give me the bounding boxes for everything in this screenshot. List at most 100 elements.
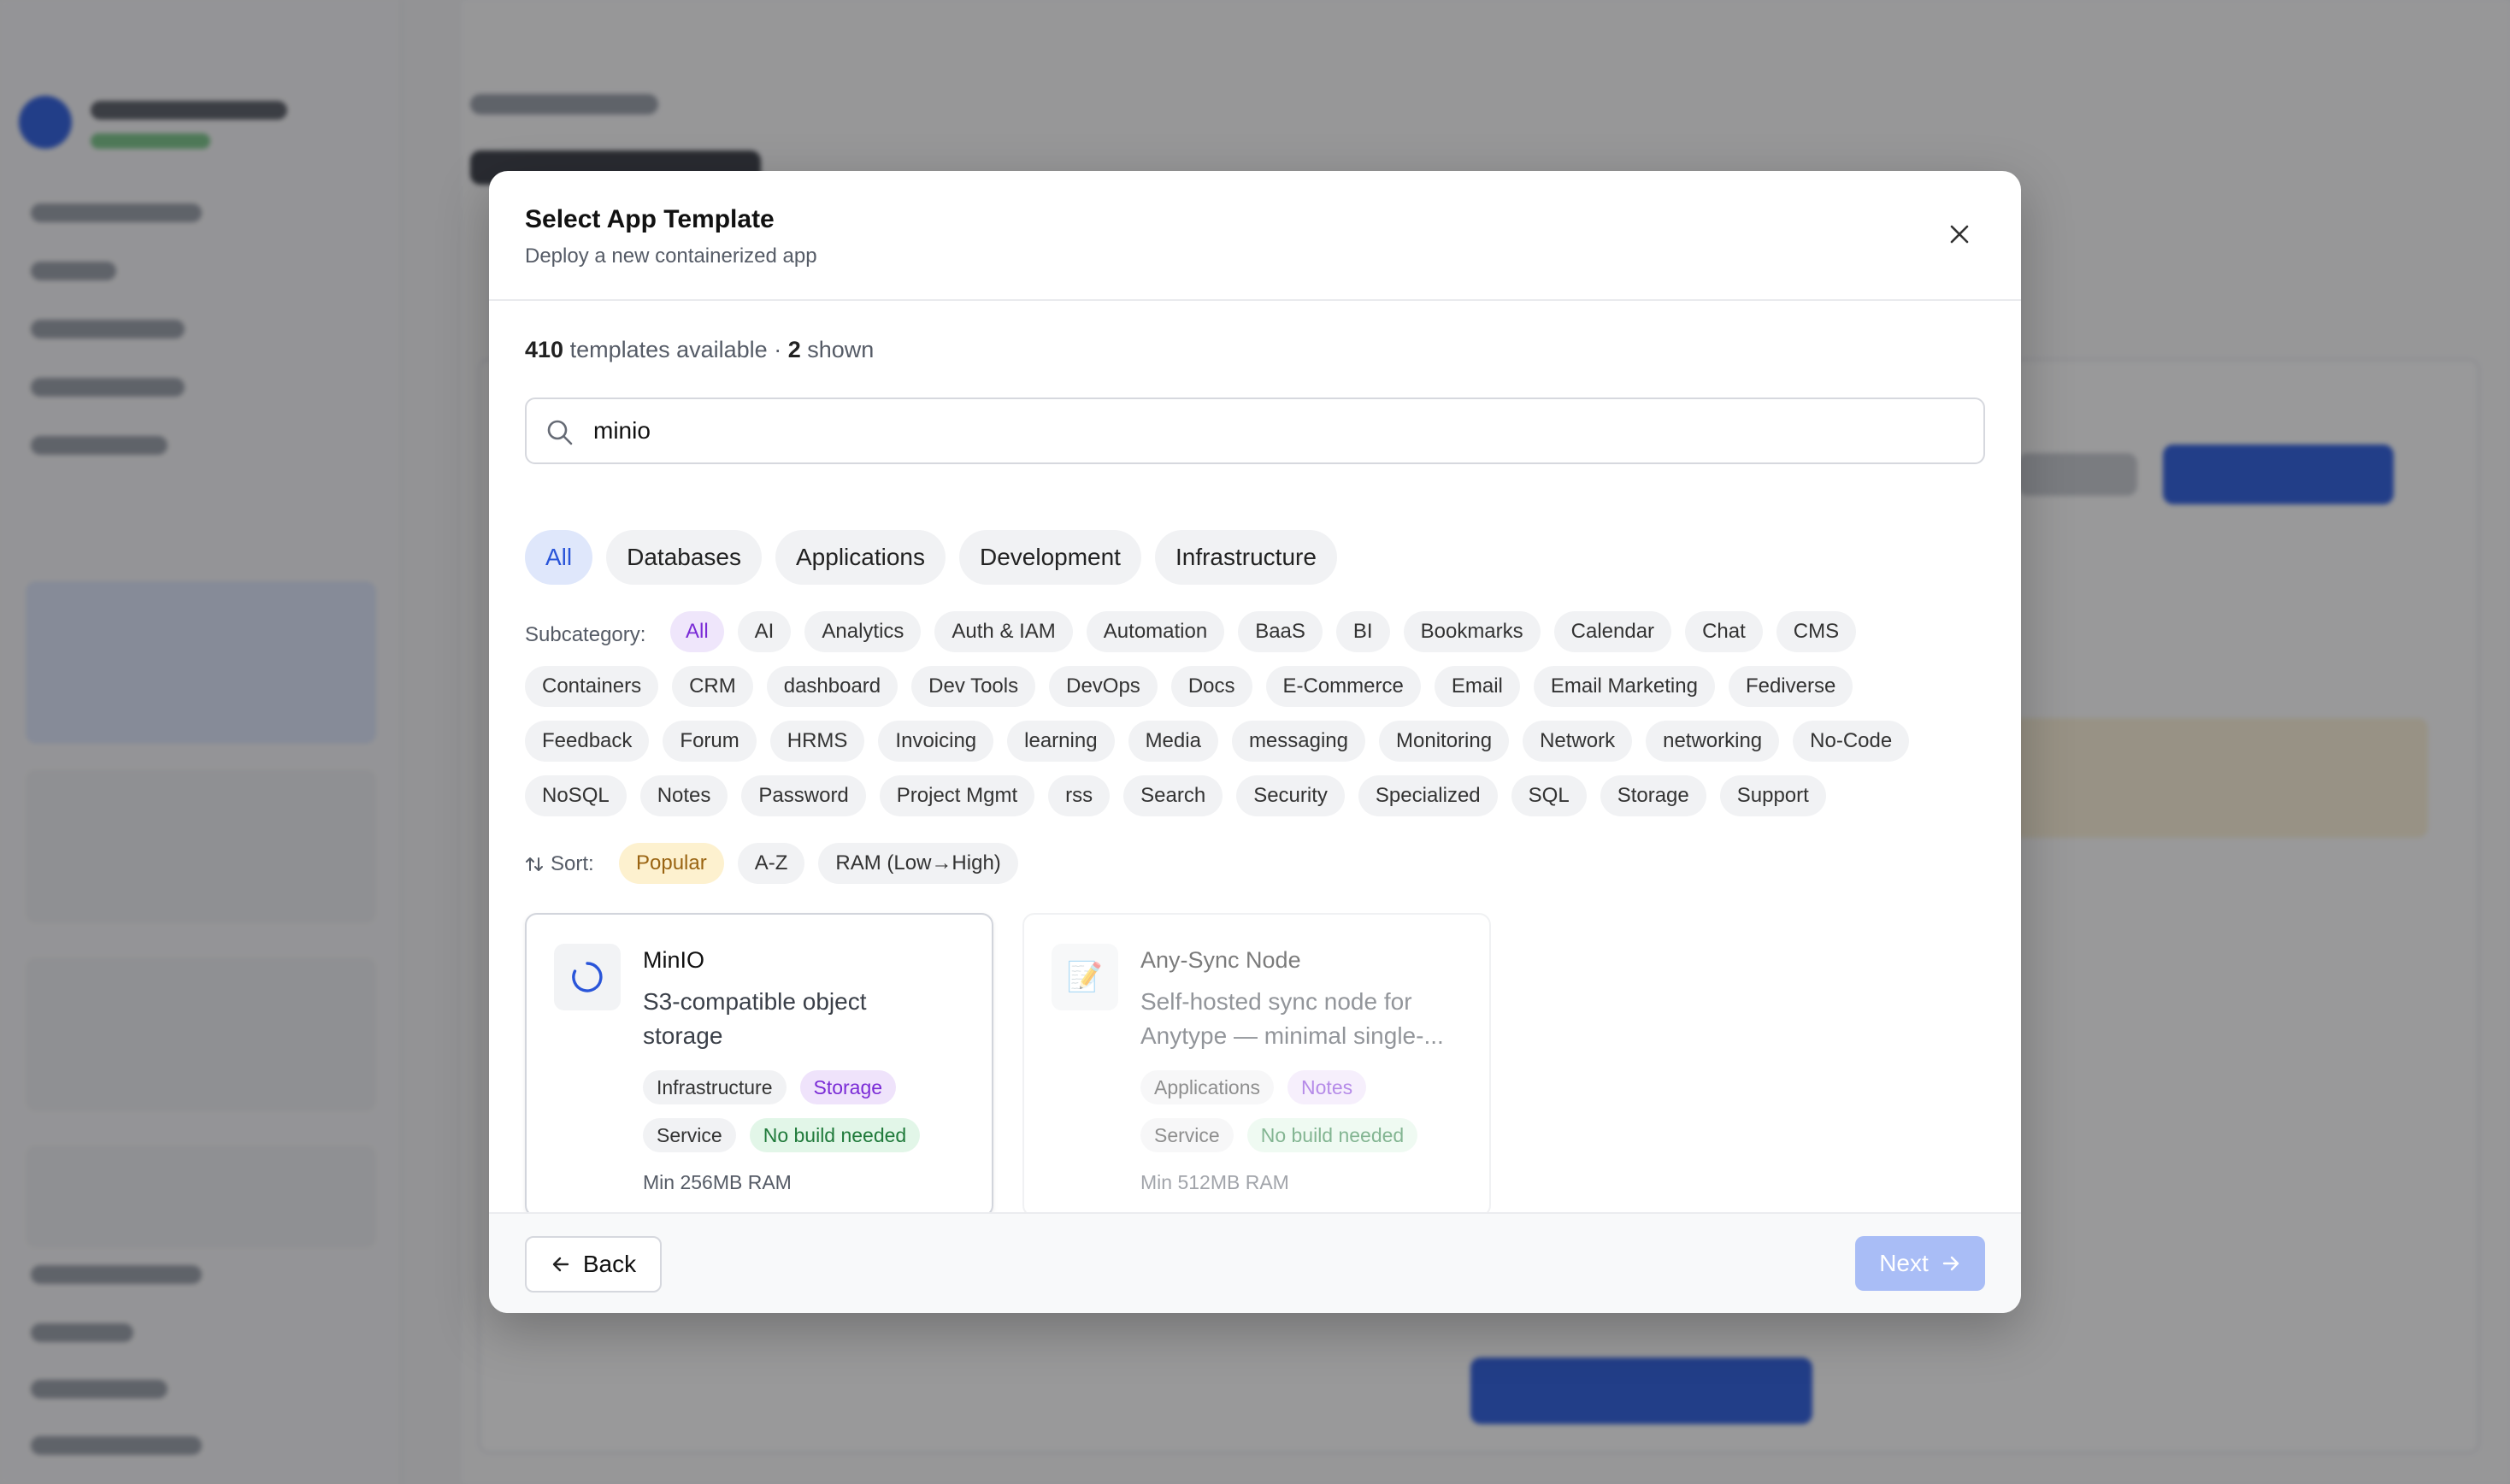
total-count-suffix: templates available · [563,337,788,362]
category-tab-all[interactable]: All [525,530,593,585]
subcategory-chip-dashboard[interactable]: dashboard [766,666,899,707]
close-icon [1950,225,1969,244]
select-template-modal: Select App Template Deploy a new contain… [489,171,2021,1313]
template-tags: Applications Notes [1140,1070,1367,1104]
subcategory-chip-auth-iam[interactable]: Auth & IAM [934,611,1073,652]
subcategory-chip-containers[interactable]: Containers [525,666,659,707]
subcategory-chip-no-code[interactable]: No-Code [1793,721,1910,762]
shown-count-suffix: shown [800,337,875,362]
subcategory-chip-hrms[interactable]: HRMS [769,721,865,762]
template-description-line: Anytype — minimal single-... [1140,1022,1444,1049]
sort-label-text: Sort: [551,852,594,875]
subcategory-chip-docs[interactable]: Docs [1170,666,1252,707]
subcategory-chip-password[interactable]: Password [741,775,866,816]
subcategory-chip-learning[interactable]: learning [1007,721,1115,762]
sort-arrows-icon [526,857,543,871]
subcategory-chip-feedback[interactable]: Feedback [525,721,650,762]
category-tab-infrastructure[interactable]: Infrastructure [1154,530,1337,585]
arrow-right-icon [1942,1256,1959,1271]
modal-subtitle: Deploy a new containerized app [525,244,817,268]
template-badges: Service No build needed [1140,1118,1418,1152]
template-name: Any-Sync Node [1140,947,1301,973]
subcategory-chip-chat[interactable]: Chat [1685,611,1763,652]
sort-label: Sort: [525,852,594,876]
subcategory-chip-messaging[interactable]: messaging [1231,721,1365,762]
subcategory-chip-cms[interactable]: CMS [1776,611,1857,652]
category-tab-databases[interactable]: Databases [606,530,762,585]
template-description: Self-hosted sync node for Anytype — minim… [1140,985,1465,1053]
template-card-any-sync-node[interactable]: 📝 Any-Sync Node Self-hosted sync node for A… [1022,913,1491,1217]
subcategory-chip-rss[interactable]: rss [1048,775,1111,816]
category-tab-development[interactable]: Development [958,530,1141,585]
search-box[interactable] [525,398,1985,464]
ram-requirement: Min 256MB RAM [643,1171,792,1193]
build-badge: No build needed [749,1118,921,1152]
subcategory-chip-bookmarks[interactable]: Bookmarks [1403,611,1541,652]
subcategory-chip-fediverse[interactable]: Fediverse [1728,666,1853,707]
subcategory-chip-media[interactable]: Media [1128,721,1218,762]
sort-bar: Sort: Popular A-Z RAM (Low→High) [525,843,1985,884]
subcategory-chip-security[interactable]: Security [1236,775,1345,816]
modal-title: Select App Template [525,205,775,233]
subcategory-chip-network[interactable]: Network [1523,721,1633,762]
subcategory-tag: Storage [799,1070,897,1104]
template-name: MinIO [643,947,705,973]
search-input[interactable] [593,399,1961,462]
type-tag: Service [1140,1118,1234,1152]
template-description: S3-compatible object storage [643,985,968,1053]
template-description-line: storage [643,1022,723,1049]
category-tabs: All Databases Applications Development Infra… [525,530,1337,585]
subcategory-chips: All AI Analytics Auth & IAM Automation BaaS BI… [525,611,1985,816]
subcategory-chip-search[interactable]: Search [1123,775,1223,816]
search-icon [547,420,573,445]
subcategory-chip-specialized[interactable]: Specialized [1358,775,1498,816]
build-badge: No build needed [1246,1118,1418,1152]
template-badges: Service No build needed [643,1118,921,1152]
subcategory-chip-automation[interactable]: Automation [1086,611,1225,652]
modal-header: Select App Template Deploy a new contain… [489,171,2021,301]
subcategory-chip-networking[interactable]: networking [1646,721,1780,762]
subcategory-chip-notes[interactable]: Notes [639,775,728,816]
next-button[interactable]: Next [1855,1236,1985,1291]
subcategory-chip-baas[interactable]: BaaS [1238,611,1323,652]
sort-option-popular[interactable]: Popular [619,843,724,884]
subcategory-chip-email[interactable]: Email [1434,666,1520,707]
subcategory-tag: Notes [1287,1070,1367,1104]
sort-options: Popular A-Z RAM (Low→High) [619,843,1018,884]
category-tag: Infrastructure [643,1070,787,1104]
subcategory-chip-all[interactable]: All [670,611,724,652]
sort-option-ram-low-high[interactable]: RAM (Low→High) [818,843,1018,884]
subcategory-chip-ai[interactable]: AI [737,611,792,652]
ram-requirement: Min 512MB RAM [1140,1171,1289,1193]
subcategory-chip-invoicing[interactable]: Invoicing [878,721,994,762]
close-button[interactable] [1941,215,1978,253]
subcategory-label-spacer [525,611,657,652]
total-count: 410 [525,337,564,362]
subcategory-chip-sql[interactable]: SQL [1511,775,1587,816]
template-card-minio[interactable]: MinIO S3-compatible object storage Infrastr… [525,913,993,1217]
subcategory-chip-support[interactable]: Support [1719,775,1826,816]
subcategory-chip-project-mgmt[interactable]: Project Mgmt [879,775,1035,816]
subcategory-chip-monitoring[interactable]: Monitoring [1379,721,1510,762]
subcategory-chip-storage[interactable]: Storage [1600,775,1706,816]
subcategory-chip-forum[interactable]: Forum [663,721,757,762]
sort-option-a-z[interactable]: A-Z [737,843,805,884]
category-tab-applications[interactable]: Applications [775,530,946,585]
subcategory-chip-bi[interactable]: BI [1335,611,1390,652]
subcategory-chip-dev-tools[interactable]: Dev Tools [911,666,1036,707]
template-description-line: S3-compatible object [643,988,867,1015]
subcategory-chip-analytics[interactable]: Analytics [804,611,922,652]
subcategory-chip-crm[interactable]: CRM [672,666,753,707]
back-button[interactable]: Back [525,1236,662,1293]
shown-count: 2 [787,337,801,362]
subcategory-chip-calendar[interactable]: Calendar [1553,611,1672,652]
modal-footer: Back Next [489,1212,2021,1313]
subcategory-chip-email-marketing[interactable]: Email Marketing [1533,666,1715,707]
subcategory-chip-nosql[interactable]: NoSQL [525,775,627,816]
subcategory-chip-devops[interactable]: DevOps [1049,666,1158,707]
back-label: Back [582,1251,637,1277]
type-tag: Service [643,1118,736,1152]
subcategory-chip-e-commerce[interactable]: E-Commerce [1265,666,1421,707]
arrow-left-icon [552,1257,569,1272]
template-description-line: Self-hosted sync node for [1140,988,1412,1015]
